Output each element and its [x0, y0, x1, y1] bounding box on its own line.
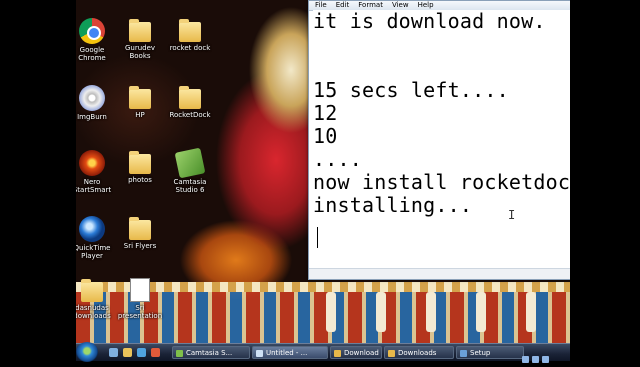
desktop-icon[interactable]: Camtasia Studio 6	[160, 147, 220, 194]
desktop-icon-label: Player	[81, 252, 103, 260]
desktop-icon-label: rocket dock	[169, 44, 211, 52]
explorer-icon[interactable]	[123, 348, 132, 357]
app-icon	[176, 350, 183, 357]
horizontal-scrollbar[interactable]	[309, 268, 570, 279]
text-line: installing...	[313, 193, 473, 217]
desktop-icon[interactable]: rocket dock	[160, 18, 220, 52]
taskbar-button-label: Setup	[470, 349, 491, 357]
taskbar-button[interactable]: Downloads	[384, 346, 454, 359]
quicktime-icon	[79, 216, 105, 242]
text-line: 15 secs left....	[313, 78, 509, 102]
taskbar-button[interactable]: Camtasia S...	[172, 346, 250, 359]
app-icon	[388, 350, 395, 357]
menu-item-edit[interactable]: Edit	[336, 1, 350, 9]
disc-icon	[79, 85, 105, 111]
text-line: now install rocketdock	[313, 170, 570, 194]
folder-icon	[81, 279, 103, 302]
desktop-icon-label: Camtasia	[173, 178, 207, 186]
nero-icon	[79, 150, 105, 176]
desktop-icon-label: presentation	[117, 312, 163, 320]
text-caret	[317, 227, 318, 248]
taskbar-button-label: Camtasia S...	[186, 349, 233, 357]
text-line: ....	[313, 147, 362, 171]
text-line: 10	[313, 124, 338, 148]
wallpaper-pillar	[326, 292, 336, 332]
menu-item-file[interactable]: File	[315, 1, 327, 9]
document-icon	[130, 278, 150, 302]
menu-item-help[interactable]: Help	[418, 1, 434, 9]
show-desktop-icon[interactable]	[109, 348, 118, 357]
notepad-window[interactable]: File Edit Format View Help it is download no…	[308, 0, 570, 280]
text-area[interactable]: it is download now. 15 secs left.... 12 10…	[313, 10, 570, 269]
desktop-icon[interactable]: RocketDock	[160, 85, 220, 119]
desktop-icon-label: Sri	[135, 304, 145, 312]
desktop-icon-label: Books	[129, 52, 151, 60]
wallpaper-pillar	[476, 292, 486, 332]
ibeam-cursor-icon: I	[508, 208, 516, 222]
app-icon	[334, 350, 341, 357]
menu-item-view[interactable]: View	[392, 1, 409, 9]
desktop-icon-label: Studio 6	[175, 186, 205, 194]
folder-icon	[129, 86, 151, 109]
browser-icon[interactable]	[137, 348, 146, 357]
taskbar-button-label: Untitled - ...	[266, 349, 308, 357]
start-button[interactable]	[76, 342, 98, 362]
system-tray	[522, 348, 566, 363]
app-icon	[460, 350, 467, 357]
folder-icon	[129, 151, 151, 174]
wallpaper-pillar	[376, 292, 386, 332]
taskbar-button[interactable]: Setup	[456, 346, 524, 359]
taskbar-button[interactable]: Untitled - ...	[252, 346, 328, 359]
text-line: it is download now.	[313, 9, 546, 33]
app-icon	[256, 350, 263, 357]
text-line	[313, 33, 570, 56]
screen-capture: Google Chrome Gurudev Books rocket dock ImgBu…	[0, 0, 640, 363]
menu-item-format[interactable]: Format	[358, 1, 383, 9]
camtasia-icon	[174, 147, 206, 179]
text-content: it is download now. 15 secs left.... 12 10…	[313, 10, 570, 217]
folder-icon	[129, 19, 151, 42]
desktop-icon[interactable]: Sri presentation	[110, 278, 170, 320]
folder-icon	[129, 217, 151, 240]
wallpaper-pillar	[426, 292, 436, 332]
desktop-icon[interactable]: Sri Flyers	[110, 216, 170, 250]
chrome-icon	[79, 18, 105, 44]
desktop-icon-label: StartSmart	[76, 186, 112, 194]
taskbar-button-label: Download ...	[344, 349, 381, 357]
desktop: Google Chrome Gurudev Books rocket dock ImgBu…	[76, 0, 570, 360]
text-line	[313, 56, 570, 79]
folder-icon	[179, 86, 201, 109]
desktop-icon-label: Sri Flyers	[123, 242, 157, 250]
wallpaper-pillar	[526, 292, 536, 332]
desktop-icon-label: RocketDock	[169, 111, 211, 119]
taskbar-button-label: Downloads	[398, 349, 437, 357]
folder-icon	[179, 19, 201, 42]
taskbar: Camtasia S... Untitled - ... Download ... D…	[76, 342, 570, 363]
media-icon[interactable]	[151, 348, 160, 357]
taskbar-button[interactable]: Download ...	[330, 346, 382, 359]
text-line: 12	[313, 101, 338, 125]
